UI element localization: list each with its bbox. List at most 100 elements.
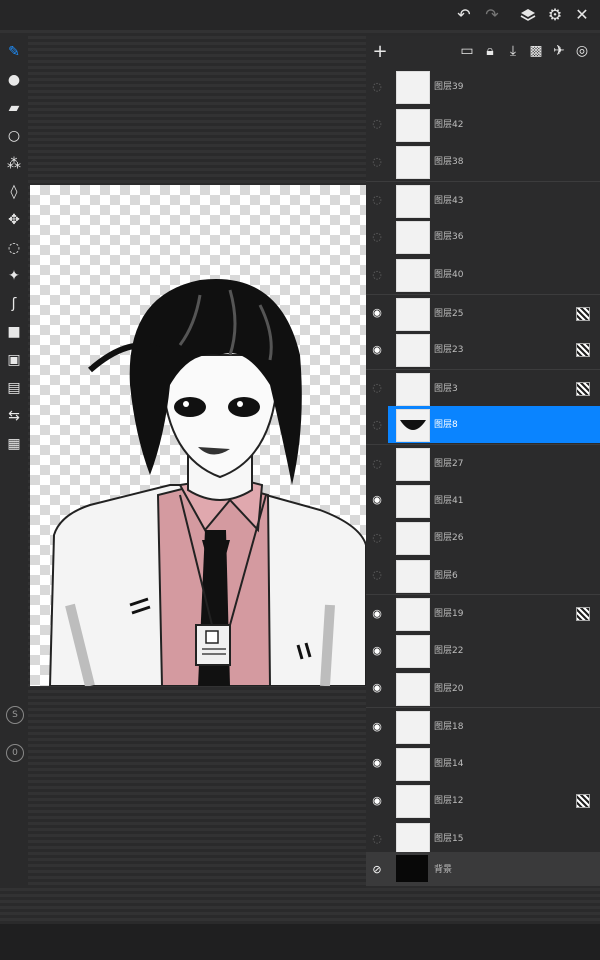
clipping-mask-icon[interactable] <box>576 306 590 321</box>
redo-icon[interactable]: ↷ <box>482 5 502 25</box>
add-icon[interactable]: + <box>371 41 389 62</box>
eye-icon[interactable]: ◉ <box>369 680 385 696</box>
layer-name: 图层22 <box>434 646 464 656</box>
transform-icon[interactable]: ⇆ <box>4 406 24 426</box>
close-icon[interactable]: ✕ <box>572 5 592 25</box>
layer-thumbnail <box>396 484 430 518</box>
layer-row[interactable]: ◌ 图层40 <box>366 256 600 293</box>
layer-row[interactable]: ◌ 图层3 <box>366 368 600 407</box>
layer-row[interactable]: ◌ 图层43 <box>366 180 600 219</box>
layer-row[interactable]: ◉ 图层18 <box>366 707 600 745</box>
drawing-canvas[interactable] <box>30 185 366 686</box>
eye-icon[interactable]: ◉ <box>369 755 385 771</box>
clipping-mask-icon[interactable] <box>576 794 590 809</box>
move-icon[interactable]: ✥ <box>4 210 24 230</box>
layer-row[interactable]: ◌ 图层27 <box>366 444 600 482</box>
layer-row[interactable]: ◉ 图层19 <box>366 594 600 632</box>
hidden-eye-icon[interactable]: ◌ <box>369 192 385 208</box>
hidden-eye-icon[interactable]: ◌ <box>369 78 385 94</box>
layer-thumbnail <box>396 747 430 781</box>
hidden-eye-icon[interactable]: ◌ <box>369 116 385 132</box>
layer-name: 图层40 <box>434 270 464 280</box>
layer-row[interactable]: ◌ 图层42 <box>366 106 600 143</box>
layer-row[interactable]: ◉ 图层41 <box>366 482 600 519</box>
ellipse-icon[interactable]: ○ <box>4 126 24 146</box>
eraser-icon[interactable]: ▰ <box>4 98 24 118</box>
layer-name: 图层6 <box>434 570 458 581</box>
eye-icon[interactable]: ◉ <box>369 341 385 357</box>
selection-icon[interactable]: ◌ <box>4 238 24 258</box>
eye-icon[interactable]: ◉ <box>369 792 385 808</box>
eye-icon[interactable]: ◉ <box>369 305 385 321</box>
layer-row[interactable]: ◉ 图层23 <box>366 331 600 368</box>
hidden-eye-icon[interactable]: ◌ <box>369 529 385 545</box>
hidden-eye-icon[interactable]: ◌ <box>369 153 385 169</box>
clipping-mask-icon[interactable] <box>576 607 590 622</box>
layer-row[interactable]: ◉ 图层22 <box>366 632 600 669</box>
layer-thumbnail <box>396 559 430 593</box>
eye-icon[interactable]: ◉ <box>369 642 385 658</box>
layer-thumbnail <box>396 334 430 368</box>
lasso-icon[interactable]: ◊ <box>4 182 24 202</box>
opacity-control[interactable]: 0 <box>6 744 24 762</box>
curve-icon[interactable]: ʃ <box>4 294 24 314</box>
eye-icon[interactable]: ◉ <box>369 605 385 621</box>
hidden-eye-icon[interactable]: ◌ <box>369 380 385 396</box>
grid-icon[interactable]: ▦ <box>4 434 24 454</box>
layers-panel-header: + ▭ 🔒︎ ⤓ ▩ ✈ ◎ <box>366 36 600 68</box>
undo-icon[interactable]: ↶ <box>454 5 474 25</box>
brush-icon[interactable]: ● <box>4 70 24 90</box>
bottom-bar <box>0 924 600 960</box>
layer-name: 图层8 <box>434 420 458 431</box>
layer-row[interactable]: ◌ 图层26 <box>366 519 600 556</box>
layer-name: 图层26 <box>434 533 464 544</box>
background-layer[interactable]: ⊘ 背景 <box>366 852 600 886</box>
eye-icon[interactable]: ◉ <box>369 492 385 508</box>
layer-row[interactable]: ◌ 图层39 <box>366 68 600 105</box>
layer-name: 图层41 <box>434 495 464 506</box>
layer-thumbnail <box>396 711 430 745</box>
layer-row[interactable]: ◉ 图层14 <box>366 745 600 782</box>
lock-icon[interactable]: 🔒︎ <box>481 42 499 60</box>
layer-row[interactable]: ◌ 图层38 <box>366 143 600 180</box>
layer-thumbnail <box>396 522 430 556</box>
clipping-mask-icon[interactable] <box>576 343 590 358</box>
layer-row[interactable]: ◉ 图层12 <box>366 782 600 819</box>
hidden-eye-icon[interactable]: ◌ <box>369 416 385 432</box>
hidden-eye-icon[interactable]: ◌ <box>369 567 385 583</box>
magic-wand-icon[interactable]: ✦ <box>4 266 24 286</box>
layer-row[interactable]: ◌ 图层6 <box>366 557 600 594</box>
merge-down-icon[interactable]: ⤓ <box>504 42 522 60</box>
layer-thumbnail <box>396 635 430 668</box>
hidden-eye-icon[interactable]: ◌ <box>369 455 385 471</box>
layer-thumbnail <box>396 372 430 406</box>
pen-tool-icon[interactable]: ✎ <box>4 42 24 62</box>
layer-row[interactable]: ◉ 图层25 <box>366 293 600 332</box>
target-icon[interactable]: ◎ <box>573 42 591 60</box>
layer-name: 背景 <box>434 865 453 875</box>
camera-icon[interactable]: ■ <box>4 322 24 342</box>
hidden-eye-icon[interactable]: ⊘ <box>369 861 385 877</box>
blur-icon[interactable]: ⁂ <box>4 154 24 174</box>
layer-row[interactable]: ◌ 图层8 <box>366 406 600 444</box>
layer-row[interactable]: ◉ 图层20 <box>366 670 600 707</box>
adjust-icon[interactable]: ▤ <box>4 378 24 398</box>
hidden-eye-icon[interactable]: ◌ <box>369 266 385 282</box>
hidden-eye-icon[interactable]: ◌ <box>369 830 385 846</box>
clipping-mask-icon[interactable] <box>576 381 590 396</box>
hidden-eye-icon[interactable]: ◌ <box>369 228 385 244</box>
pin-icon[interactable]: ✈ <box>550 42 568 60</box>
layer-thumbnail <box>396 184 430 218</box>
image-icon[interactable]: ▣ <box>4 350 24 370</box>
checker-icon[interactable]: ▩ <box>527 42 545 60</box>
layers-icon[interactable] <box>518 5 538 25</box>
layer-row[interactable]: ◌ 图层36 <box>366 218 600 255</box>
layer-name: 图层20 <box>434 683 464 694</box>
layers-panel: + ▭ 🔒︎ ⤓ ▩ ✈ ◎ ◌ 图层39 ◌ 图层42 ◌ 图层38 ◌ 图层43 ◌ 图层36… <box>366 36 600 888</box>
gear-icon[interactable]: ⚙ <box>545 5 565 25</box>
layer-name: 图层18 <box>434 722 464 733</box>
folder-icon[interactable]: ▭ <box>458 42 476 60</box>
eye-icon[interactable]: ◉ <box>369 718 385 734</box>
layer-thumbnail <box>396 71 430 104</box>
brush-size-control[interactable]: S <box>6 706 24 724</box>
